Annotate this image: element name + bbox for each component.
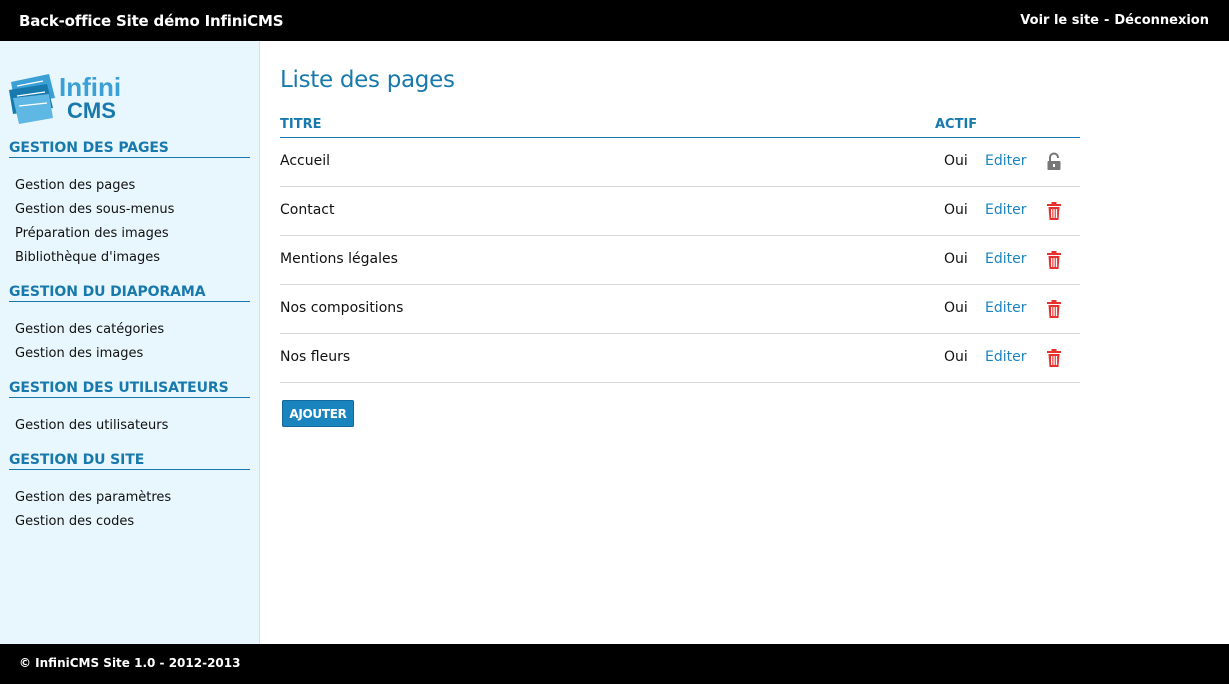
section-title-slideshow: GESTION DU DIAPORAMA [9,284,250,302]
copyright-text: © InfiniCMS Site 1.0 - 2012-2013 [19,656,241,670]
table-header: TITRE ACTIF [280,114,1080,138]
sidebar-item-images[interactable]: Gestion des images [15,346,143,361]
row-title: Contact [280,202,335,218]
sidebar-item-parameters[interactable]: Gestion des paramètres [15,490,171,505]
sidebar-item-users[interactable]: Gestion des utilisateurs [15,418,168,433]
main-content: Liste des pages TITRE ACTIF Accueil Oui … [260,41,1229,644]
row-title: Nos fleurs [280,349,351,365]
top-bar: Back-office Site démo InfiniCMS Voir le … [0,0,1229,41]
sidebar-item-image-prep[interactable]: Préparation des images [15,226,169,241]
table-row: Contact Oui Editer [280,187,1080,236]
table-row: Accueil Oui Editer [280,138,1080,187]
lock-icon [1046,152,1062,172]
table-row: Nos compositions Oui Editer [280,285,1080,334]
row-title: Mentions légales [280,251,398,267]
section-title-pages: GESTION DES PAGES [9,140,250,158]
edit-link[interactable]: Editer [985,349,1026,365]
edit-link[interactable]: Editer [985,202,1026,218]
top-links-separator: - [1103,13,1110,28]
trash-icon[interactable] [1046,299,1062,319]
section-title-users: GESTION DES UTILISATEURS [9,380,250,398]
logout-link[interactable]: Déconnexion [1114,13,1209,28]
view-site-link[interactable]: Voir le site [1020,13,1099,28]
table-row: Mentions légales Oui Editer [280,236,1080,285]
logo-text-cms: CMS [67,98,116,123]
sidebar-item-pages[interactable]: Gestion des pages [15,178,135,193]
row-active: Oui [944,251,968,267]
sidebar-item-codes[interactable]: Gestion des codes [15,514,134,529]
edit-link[interactable]: Editer [985,153,1026,169]
edit-link[interactable]: Editer [985,300,1026,316]
section-title-site: GESTION DU SITE [9,452,250,470]
sidebar-item-categories[interactable]: Gestion des catégories [15,322,164,337]
sidebar-item-image-library[interactable]: Bibliothèque d'images [15,250,160,265]
column-header-active: ACTIF [935,117,978,132]
row-active: Oui [944,349,968,365]
row-title: Accueil [280,153,330,169]
column-header-title: TITRE [280,117,322,132]
row-active: Oui [944,300,968,316]
edit-link[interactable]: Editer [985,251,1026,267]
sidebar-item-submenus[interactable]: Gestion des sous-menus [15,202,174,217]
footer: © InfiniCMS Site 1.0 - 2012-2013 [0,644,1229,684]
add-page-button[interactable]: AJOUTER [282,400,354,427]
row-active: Oui [944,202,968,218]
page-title: Liste des pages [280,67,455,93]
top-links: Voir le site - Déconnexion [1020,13,1209,28]
table-row: Nos fleurs Oui Editer [280,334,1080,383]
row-active: Oui [944,153,968,169]
row-title: Nos compositions [280,300,404,316]
sidebar: Infini CMS GESTION DES PAGES Gestion des… [0,41,260,644]
logo-graphic: Infini CMS [9,72,121,124]
infinicms-logo[interactable]: Infini CMS [9,66,141,128]
trash-icon[interactable] [1046,250,1062,270]
site-title: Back-office Site démo InfiniCMS [19,11,284,30]
trash-icon[interactable] [1046,348,1062,368]
trash-icon[interactable] [1046,201,1062,221]
